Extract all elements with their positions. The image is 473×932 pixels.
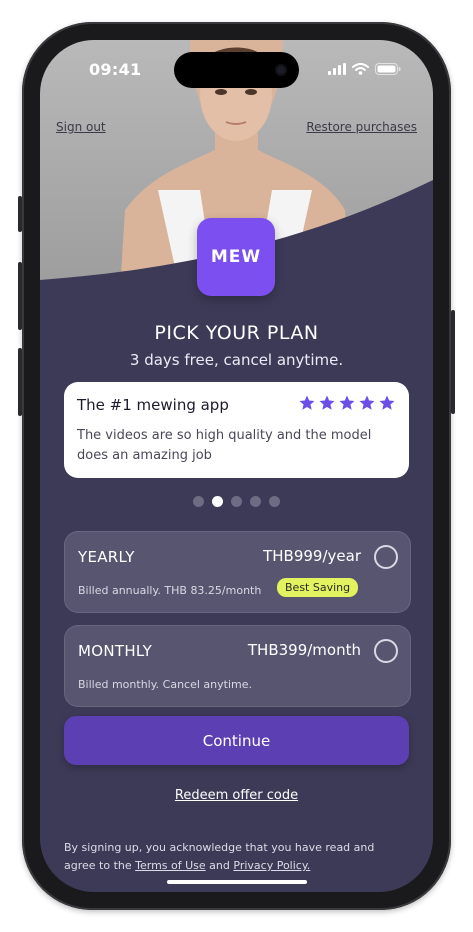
review-title: The #1 mewing app bbox=[77, 396, 229, 414]
star-icon bbox=[359, 395, 375, 410]
plan-name: MONTHLY bbox=[78, 642, 153, 660]
carousel-dot[interactable] bbox=[212, 496, 223, 507]
carousel-dot[interactable] bbox=[269, 496, 280, 507]
app-logo: MEW bbox=[197, 218, 275, 296]
status-time: 09:41 bbox=[89, 60, 142, 79]
radio-button[interactable] bbox=[374, 639, 398, 663]
continue-button[interactable]: Continue bbox=[64, 716, 409, 765]
sign-out-link[interactable]: Sign out bbox=[56, 120, 106, 134]
carousel-dot[interactable] bbox=[231, 496, 242, 507]
legal-middle: and bbox=[205, 859, 234, 872]
action-button bbox=[18, 196, 22, 232]
star-icon bbox=[379, 395, 395, 410]
plan-price: THB999/year bbox=[263, 547, 361, 565]
camera-icon bbox=[275, 64, 287, 76]
battery-icon bbox=[375, 63, 401, 75]
status-icons bbox=[328, 63, 401, 75]
carousel-dots bbox=[40, 496, 433, 507]
plan-note: Billed annually. THB 83.25/month bbox=[78, 584, 262, 597]
star-rating bbox=[298, 394, 396, 412]
plan-price: THB399/month bbox=[247, 641, 361, 659]
carousel-dot[interactable] bbox=[250, 496, 261, 507]
volume-down-button bbox=[18, 348, 22, 416]
plan-name: YEARLY bbox=[78, 548, 135, 566]
volume-up-button bbox=[18, 262, 22, 330]
star-icon bbox=[339, 395, 355, 410]
plan-option-yearly[interactable]: YEARLY THB999/year Billed annually. THB … bbox=[64, 531, 411, 613]
dynamic-island bbox=[174, 52, 299, 88]
review-card: The #1 mewing app The videos are so high… bbox=[64, 382, 409, 478]
page-subtitle: 3 days free, cancel anytime. bbox=[129, 351, 344, 369]
terms-of-use-link[interactable]: Terms of Use bbox=[135, 859, 206, 872]
plan-option-monthly[interactable]: MONTHLY THB399/month Billed monthly. Can… bbox=[64, 625, 411, 707]
app-screen: 09:41 Sign out Restore purchases MEW PIC… bbox=[40, 40, 433, 892]
redeem-offer-code-link[interactable]: Redeem offer code bbox=[40, 788, 433, 803]
best-saving-badge: Best Saving bbox=[277, 578, 359, 597]
home-indicator bbox=[167, 880, 307, 884]
signal-icon bbox=[328, 63, 346, 75]
star-icon bbox=[319, 395, 335, 410]
radio-button[interactable] bbox=[374, 545, 398, 569]
page-title: PICK YOUR PLAN bbox=[154, 322, 319, 344]
restore-purchases-link[interactable]: Restore purchases bbox=[306, 120, 417, 134]
power-button bbox=[451, 310, 455, 414]
plan-note: Billed monthly. Cancel anytime. bbox=[78, 678, 252, 691]
carousel-dot[interactable] bbox=[193, 496, 204, 507]
privacy-policy-link[interactable]: Privacy Policy. bbox=[233, 859, 310, 872]
wifi-icon bbox=[352, 63, 369, 75]
review-text: The videos are so high quality and the m… bbox=[77, 428, 372, 463]
legal-text: By signing up, you acknowledge that you … bbox=[64, 839, 404, 875]
star-icon bbox=[299, 395, 315, 410]
